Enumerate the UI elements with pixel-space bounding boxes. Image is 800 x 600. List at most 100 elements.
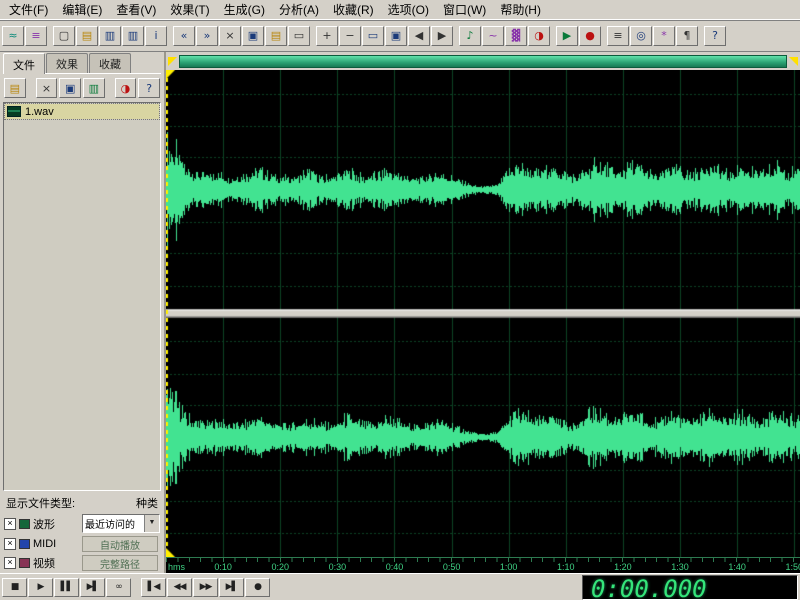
trim-button[interactable]: ▭ — [288, 26, 310, 46]
menu-item-options[interactable]: 选项(O) — [381, 0, 436, 19]
file-info-button[interactable]: i — [145, 26, 167, 46]
spectral-view-button[interactable]: ▓ — [505, 26, 527, 46]
organizer-media-properties-button[interactable]: ◑ — [115, 78, 137, 98]
stop-button[interactable]: ■ — [2, 578, 27, 597]
menu-item-window[interactable]: 窗口(W) — [436, 0, 493, 19]
cd-player-button[interactable]: ◎ — [630, 26, 652, 46]
midi-type-checkbox[interactable]: × — [4, 538, 16, 550]
video-type-checkbox[interactable]: × — [4, 557, 16, 569]
redo-button[interactable]: » — [196, 26, 218, 46]
wave-type-icon — [19, 519, 30, 529]
menu-item-help[interactable]: 帮助(H) — [493, 0, 548, 19]
zoom-left-button[interactable]: ◀ — [408, 26, 430, 46]
help-icon: ? — [712, 30, 718, 41]
rewind-button[interactable]: ◀◀ — [167, 578, 192, 597]
zoom-in-button[interactable]: + — [316, 26, 338, 46]
help-button[interactable]: ? — [704, 26, 726, 46]
organizer-edit-file-icon: ▣ — [65, 83, 75, 94]
ruler-label: 1:50 — [786, 562, 800, 572]
zoom-full-icon: ▣ — [391, 30, 401, 41]
selection-marker-right-icon[interactable] — [789, 57, 798, 66]
sort-select[interactable]: 最近访问的 ▼ — [82, 514, 160, 533]
selection-marker-left-icon[interactable] — [168, 57, 177, 66]
ruler-label: 0:50 — [443, 562, 461, 572]
transport-group-play: ■ ▶ ▌▌ ▶▌ ∞ — [2, 578, 131, 597]
pause-button[interactable]: ▌▌ — [54, 578, 79, 597]
organizer-help-button[interactable]: ? — [138, 78, 160, 98]
play-to-end-button[interactable]: ▶▌ — [80, 578, 105, 597]
tab-effects[interactable]: 效果 — [46, 53, 88, 73]
wave-editor: hms 0:100:200:300:400:501:001:101:201:30… — [166, 52, 800, 573]
ruler-label: 1:10 — [557, 562, 575, 572]
file-type-filter: 显示文件类型: 种类 × 波形 最近访问的 ▼ × — [3, 494, 161, 571]
menu-item-effects[interactable]: 效果(T) — [163, 0, 216, 19]
zoom-selection-button[interactable]: ▭ — [362, 26, 384, 46]
zoom-out-button[interactable]: − — [339, 26, 361, 46]
menu-item-analyze[interactable]: 分析(A) — [272, 0, 326, 19]
organizer-close-file-button[interactable]: × — [36, 78, 58, 98]
transport-play-button[interactable]: ▶ — [28, 578, 53, 597]
copy-button[interactable]: ▣ — [242, 26, 264, 46]
go-to-end-button[interactable]: ▶▌ — [219, 578, 244, 597]
zoom-right-button[interactable]: ▶ — [431, 26, 453, 46]
organizer-edit-file-button[interactable]: ▣ — [59, 78, 81, 98]
file-list[interactable]: 1.wav — [3, 102, 161, 491]
transport-record-button[interactable]: ● — [245, 578, 270, 597]
menu-item-file[interactable]: 文件(F) — [2, 0, 55, 19]
waveform-canvas[interactable] — [166, 70, 800, 557]
sort-select-value: 最近访问的 — [83, 516, 144, 531]
tab-files[interactable]: 文件 — [3, 53, 45, 74]
save-file-button[interactable]: ▥ — [99, 26, 121, 46]
organizer-insert-multitrack-button[interactable]: ▥ — [83, 78, 105, 98]
ruler-label: 1:40 — [728, 562, 746, 572]
organizer-toolbar: ▤ × ▣ ▥ ◑ ? — [3, 73, 161, 101]
menu-item-favorites[interactable]: 收藏(R) — [326, 0, 381, 19]
paste-button[interactable]: ▤ — [265, 26, 287, 46]
undo-button[interactable]: « — [173, 26, 195, 46]
convert-sample-type-button[interactable]: ♪ — [459, 26, 481, 46]
file-list-item[interactable]: 1.wav — [5, 104, 159, 119]
waveform-display[interactable] — [166, 70, 800, 557]
open-file-button[interactable]: ▤ — [76, 26, 98, 46]
loop-play-button[interactable]: ∞ — [106, 578, 131, 597]
frequency-analysis-button[interactable]: ~ — [482, 26, 504, 46]
wave-type-checkbox[interactable]: × — [4, 518, 16, 530]
waveform-view-button[interactable]: ≈ — [2, 26, 24, 46]
stop-icon: ■ — [11, 583, 19, 592]
horizontal-view-bar[interactable] — [179, 55, 787, 68]
organizer-open-file-button[interactable]: ▤ — [4, 78, 26, 98]
settings-button[interactable]: * — [653, 26, 675, 46]
fast-forward-button[interactable]: ▶▶ — [193, 578, 218, 597]
sort-select-arrow-icon[interactable]: ▼ — [144, 515, 159, 532]
save-as-button[interactable]: ▥ — [122, 26, 144, 46]
mixer-button[interactable]: ≡ — [607, 26, 629, 46]
pause-icon: ▌▌ — [61, 583, 73, 592]
phase-analysis-button[interactable]: ◑ — [528, 26, 550, 46]
zoom-full-button[interactable]: ▣ — [385, 26, 407, 46]
menu-item-generate[interactable]: 生成(G) — [217, 0, 272, 19]
play-icon: ▶ — [563, 30, 571, 41]
menu-item-edit[interactable]: 编辑(E) — [55, 0, 109, 19]
multitrack-view-button[interactable]: ≡ — [25, 26, 47, 46]
play-button[interactable]: ▶ — [556, 26, 578, 46]
settings-icon: * — [661, 30, 667, 41]
tab-favorites[interactable]: 收藏 — [89, 53, 131, 73]
fast-forward-icon: ▶▶ — [200, 583, 212, 592]
sort-label: 种类 — [136, 495, 158, 511]
save-file-icon: ▥ — [105, 30, 115, 41]
new-file-button[interactable]: ▢ — [53, 26, 75, 46]
autoplay-button[interactable]: 自动播放 — [82, 536, 158, 552]
fullpath-button[interactable]: 完整路径 — [82, 555, 158, 571]
timeline-ruler[interactable]: hms 0:100:200:300:400:501:001:101:201:30… — [166, 557, 800, 573]
record-button[interactable]: ● — [579, 26, 601, 46]
cut-button[interactable]: × — [219, 26, 241, 46]
ruler-label: 1:20 — [614, 562, 632, 572]
copy-icon: ▣ — [248, 30, 258, 41]
menu-item-view[interactable]: 查看(V) — [109, 0, 163, 19]
organizer-help-icon: ? — [146, 83, 152, 94]
play-to-end-icon: ▶▌ — [87, 583, 99, 592]
go-to-begin-button[interactable]: ▌◀ — [141, 578, 166, 597]
time-display[interactable]: 0:00.000 — [582, 575, 798, 600]
scripts-button[interactable]: ¶ — [676, 26, 698, 46]
file-info-icon: i — [154, 30, 157, 41]
